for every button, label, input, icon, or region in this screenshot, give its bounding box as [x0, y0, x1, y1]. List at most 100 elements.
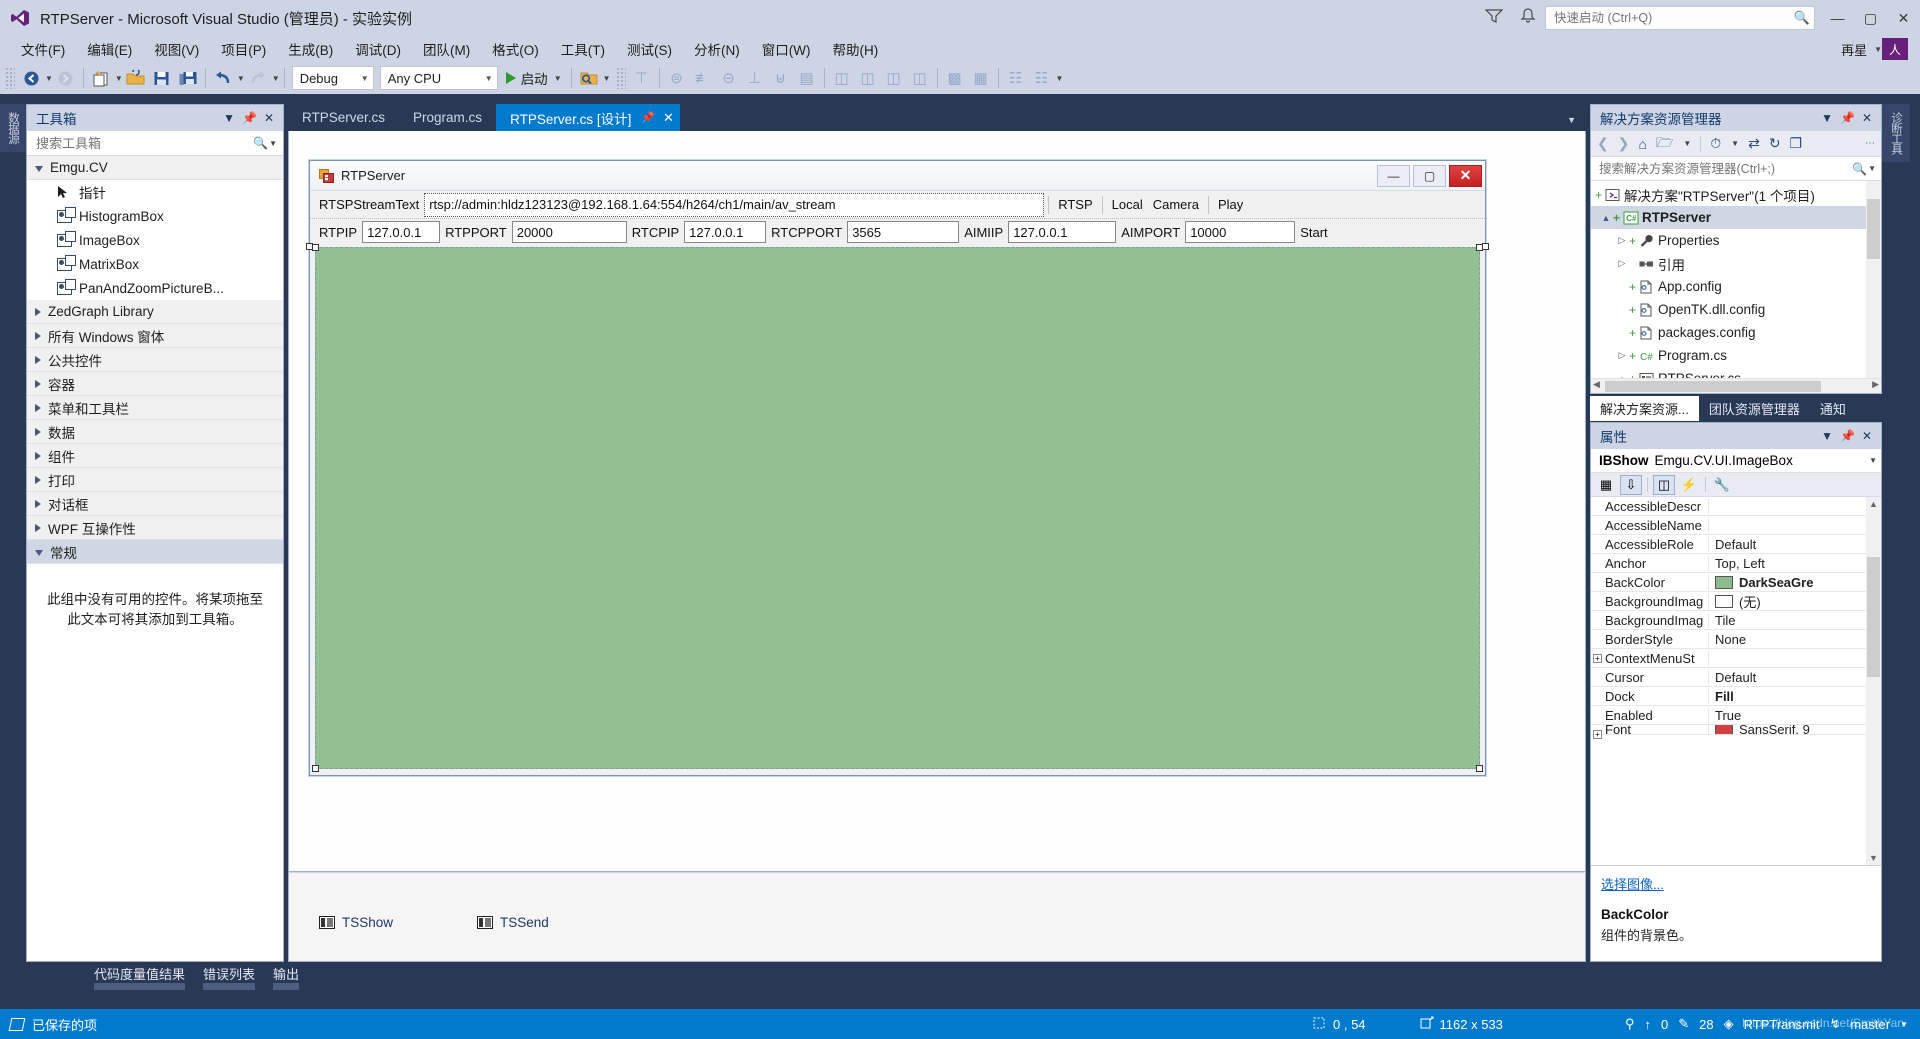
- sync-icon[interactable]: ⇄: [1748, 135, 1760, 152]
- property-row-accessiblerole[interactable]: AccessibleRole Default: [1591, 535, 1881, 554]
- property-value[interactable]: None: [1709, 632, 1881, 647]
- send-to-back-icon[interactable]: ▦: [968, 65, 994, 91]
- menu-debug[interactable]: 调试(D): [344, 36, 412, 62]
- chevron-down-icon[interactable]: ▼: [1821, 111, 1833, 125]
- vertical-spacing-icon[interactable]: ◫: [855, 65, 881, 91]
- solution-platform-combo[interactable]: Any CPU ▼: [379, 66, 498, 90]
- property-value-container[interactable]: SansSerif, 9: [1709, 725, 1881, 734]
- property-value[interactable]: Default: [1709, 670, 1881, 685]
- solution-explorer-search-input[interactable]: [1599, 161, 1853, 176]
- properties-page-icon[interactable]: ◫: [1653, 474, 1675, 495]
- align-centers-icon[interactable]: ≢: [690, 65, 716, 91]
- property-value-container[interactable]: DarkSeaGre: [1709, 575, 1881, 590]
- input-rtpport[interactable]: 20000: [511, 221, 627, 243]
- tree-node-references[interactable]: ▷ 引用: [1591, 252, 1881, 275]
- overflow-icon[interactable]: ⋯: [1865, 138, 1875, 149]
- tab-rtpserver-cs[interactable]: RTPServer.cs: [288, 104, 400, 131]
- tab-notifications[interactable]: 通知: [1810, 396, 1856, 421]
- scroll-up-icon[interactable]: ▲: [1869, 499, 1878, 509]
- chevron-down-icon[interactable]: ▼: [223, 111, 235, 125]
- layout-toolbar-grip[interactable]: [615, 67, 626, 89]
- back-arrow-icon[interactable]: ❮: [1597, 135, 1609, 152]
- resize-handle-top-left[interactable]: [312, 244, 319, 251]
- new-item-dropdown-icon[interactable]: ▼: [115, 74, 123, 83]
- form-close-button[interactable]: ✕: [1449, 164, 1482, 187]
- maximize-button[interactable]: ▢: [1854, 0, 1887, 36]
- toolbar-grip[interactable]: [5, 67, 15, 89]
- bottom-tab-error-list[interactable]: 错误列表: [195, 961, 263, 992]
- tab-solution-explorer[interactable]: 解决方案资源...: [1590, 395, 1699, 421]
- menu-help[interactable]: 帮助(H): [821, 36, 889, 62]
- tree-node-packages-config[interactable]: + packages.config: [1591, 321, 1881, 344]
- toolbox-item-histogrambox[interactable]: HistogramBox: [27, 204, 283, 228]
- expand-property-icon[interactable]: +: [1593, 654, 1602, 663]
- lock-controls-icon[interactable]: ☷: [1029, 65, 1055, 91]
- tree-node-program-cs[interactable]: ▷ + C# Program.cs: [1591, 344, 1881, 367]
- toolbox-group-general[interactable]: 常规: [27, 540, 283, 564]
- search-icon[interactable]: 🔍: [253, 136, 268, 150]
- toolbox-group-wpf-interop[interactable]: WPF 互操作性: [27, 516, 283, 540]
- property-value[interactable]: Default: [1709, 537, 1881, 552]
- toolbox-group-emgucv[interactable]: Emgu.CV: [27, 156, 283, 180]
- property-row-borderstyle[interactable]: BorderStyle None: [1591, 630, 1881, 649]
- property-value[interactable]: Fill: [1709, 689, 1881, 704]
- close-icon[interactable]: ✕: [264, 111, 274, 125]
- properties-scrollbar[interactable]: ▲ ▼: [1866, 497, 1881, 865]
- align-rights-icon[interactable]: ⊝: [716, 65, 742, 91]
- property-pages-icon[interactable]: 🔧: [1711, 475, 1733, 495]
- start-debug-button[interactable]: 启动 ▼: [501, 68, 567, 88]
- property-value[interactable]: Top, Left: [1709, 556, 1881, 571]
- forward-arrow-icon[interactable]: [53, 65, 79, 91]
- tab-program-cs[interactable]: Program.cs: [399, 104, 497, 131]
- center-horizontally-icon[interactable]: ◫: [881, 65, 907, 91]
- toolbox-search[interactable]: 🔍 ▼: [27, 131, 283, 156]
- toolbox-item-imagebox[interactable]: ImageBox: [27, 228, 283, 252]
- find-dropdown-icon[interactable]: ▼: [603, 74, 611, 83]
- expander-closed-icon[interactable]: ▷: [1615, 350, 1629, 361]
- align-tops-icon[interactable]: ⊤: [629, 65, 655, 91]
- select-image-link[interactable]: 选择图像...: [1601, 877, 1664, 892]
- menu-edit[interactable]: 编辑(E): [76, 36, 143, 62]
- button-start[interactable]: Start: [1295, 225, 1332, 240]
- designer-surface[interactable]: RTPServer — ▢ ✕ RTSPStreamText rtsp://ad…: [288, 131, 1586, 872]
- align-lefts-icon[interactable]: ⊜: [664, 65, 690, 91]
- property-row-backcolor[interactable]: BackColor DarkSeaGre: [1591, 573, 1881, 592]
- winform-designer-window[interactable]: RTPServer — ▢ ✕ RTSPStreamText rtsp://ad…: [306, 160, 1489, 776]
- solution-explorer-search[interactable]: 🔍 ▼: [1591, 157, 1881, 181]
- toolbox-group-components[interactable]: 组件: [27, 444, 283, 468]
- quick-launch-box[interactable]: 🔍: [1545, 6, 1815, 30]
- tray-item-tsshow[interactable]: TSShow: [319, 915, 393, 930]
- button-play[interactable]: Play: [1213, 197, 1248, 212]
- home-icon[interactable]: ⌂: [1638, 136, 1646, 152]
- expander-closed-icon[interactable]: ▷: [1615, 258, 1629, 269]
- events-icon[interactable]: ⚡: [1678, 475, 1700, 495]
- undo-icon[interactable]: [210, 65, 236, 91]
- property-row-accessiblename[interactable]: AccessibleName: [1591, 516, 1881, 535]
- back-arrow-icon[interactable]: [18, 65, 44, 91]
- property-row-contextmenustrip[interactable]: + ContextMenuSt: [1591, 649, 1881, 668]
- properties-icon[interactable]: ❐: [1790, 135, 1803, 152]
- avatar[interactable]: 人: [1882, 38, 1908, 60]
- menu-team[interactable]: 团队(M): [412, 36, 481, 62]
- repo-icon[interactable]: ◈: [1724, 1016, 1734, 1032]
- pin-icon[interactable]: 📌: [641, 111, 655, 124]
- solution-tree-scrollbar[interactable]: [1866, 181, 1881, 378]
- up-arrow-icon[interactable]: ↑: [1644, 1017, 1651, 1032]
- chevron-down-icon[interactable]: ▼: [269, 139, 277, 148]
- bottom-tab-output[interactable]: 输出: [265, 961, 307, 992]
- pending-changes-icon[interactable]: ⏱: [1710, 135, 1721, 152]
- expand-property-icon[interactable]: +: [1593, 730, 1602, 739]
- property-row-backgroundimage[interactable]: BackgroundImag (无): [1591, 592, 1881, 611]
- imagebox-control-ibshow[interactable]: [312, 244, 1483, 772]
- bottom-tab-code-metrics[interactable]: 代码度量值结果: [86, 961, 193, 992]
- solution-configuration-combo[interactable]: Debug ▼: [291, 66, 374, 90]
- menu-analyze[interactable]: 分析(N): [683, 36, 751, 62]
- document-tab-overflow-icon[interactable]: ▼: [1567, 115, 1586, 131]
- pin-icon[interactable]: 📌: [1840, 111, 1855, 125]
- menu-tools[interactable]: 工具(T): [550, 36, 616, 62]
- property-row-enabled[interactable]: Enabled True: [1591, 706, 1881, 725]
- redo-dropdown-icon[interactable]: ▼: [272, 74, 280, 83]
- close-icon[interactable]: ✕: [663, 110, 674, 126]
- source-control-icon[interactable]: ⚲: [1625, 1016, 1635, 1032]
- toolbox-item-panandzoompicturebox[interactable]: PanAndZoomPictureB...: [27, 276, 283, 300]
